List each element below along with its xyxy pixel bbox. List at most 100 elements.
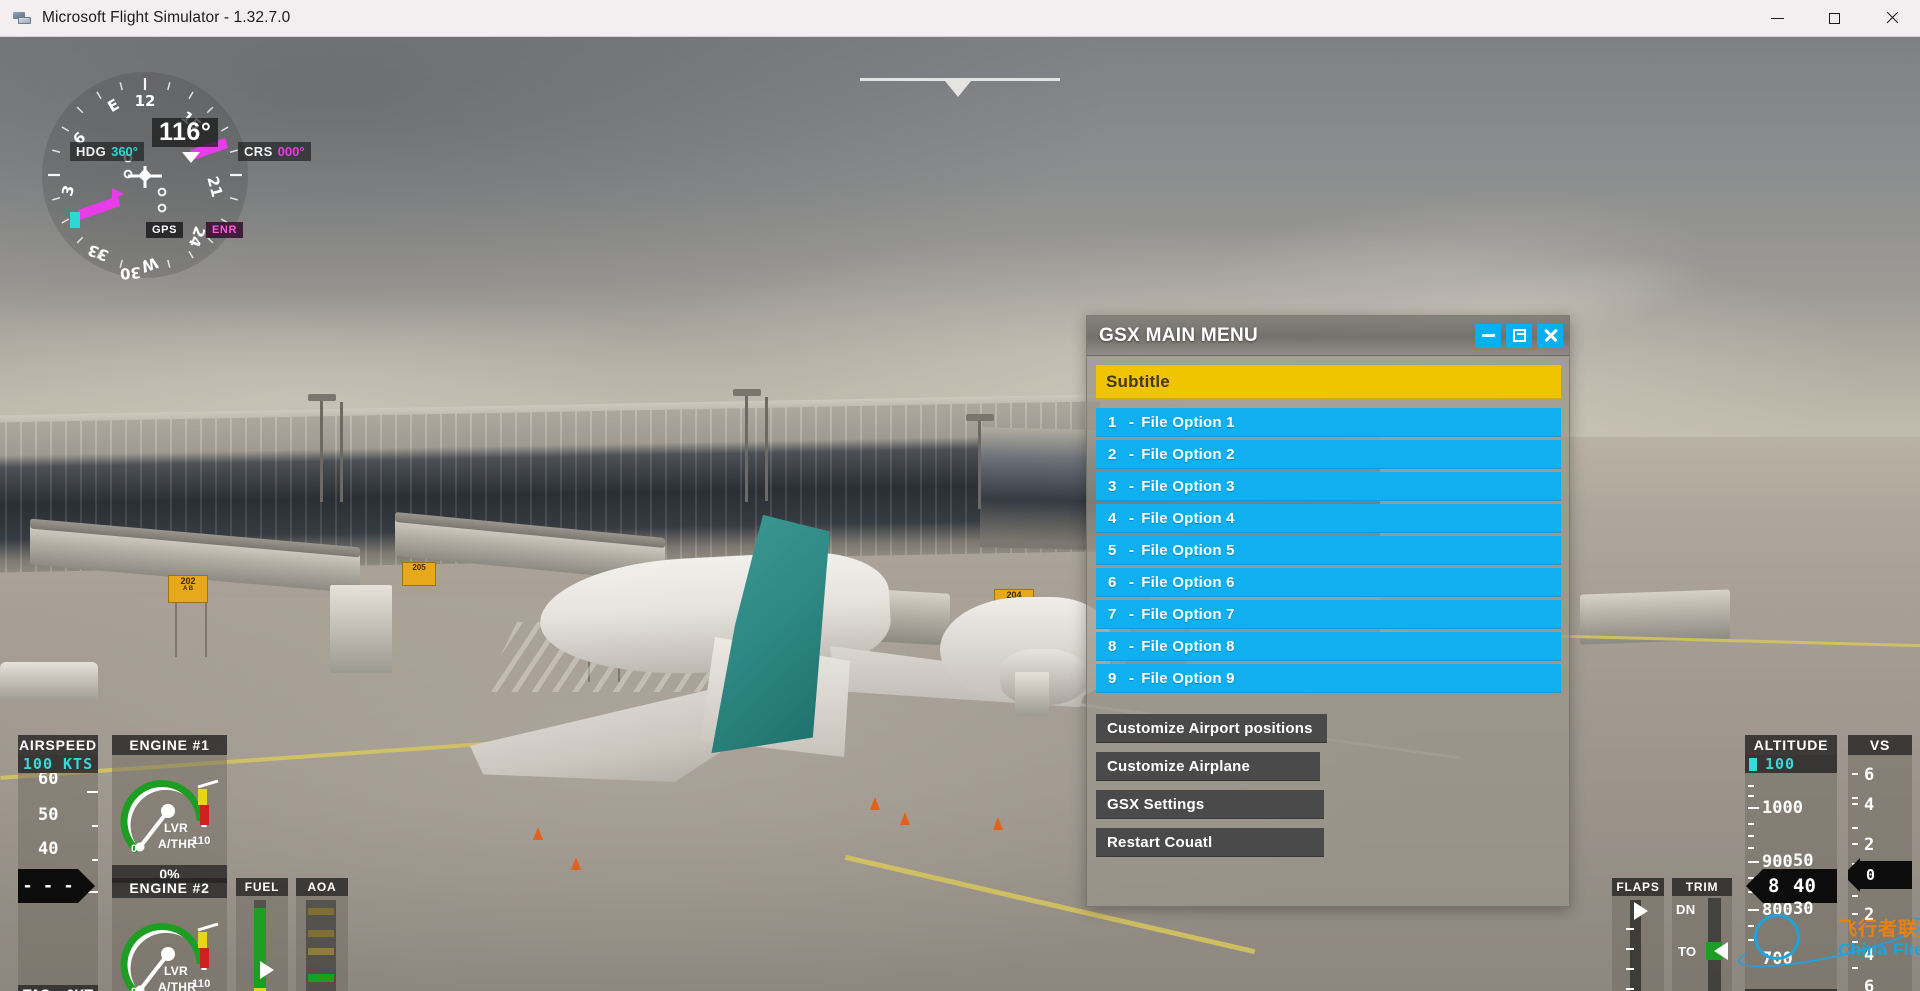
altitude-drum-bot: 30 [1793, 899, 1814, 919]
app-icon-part [18, 17, 31, 24]
engine2-min-label: 0 [131, 986, 137, 991]
vs-tick-2dn: 2 [1864, 905, 1875, 925]
gsx-option-dash: - [1129, 638, 1135, 655]
gsx-option-7[interactable]: 7- File Option 7 [1096, 600, 1561, 629]
engine2-mode-lvr: LVR [164, 964, 189, 978]
gsx-option-label: File Option 9 [1141, 670, 1235, 687]
gsx-option-3[interactable]: 3- File Option 3 [1096, 472, 1561, 501]
gsx-option-8[interactable]: 8- File Option 8 [1096, 632, 1561, 661]
gsx-popout-button[interactable] [1506, 323, 1532, 348]
gsx-option-6[interactable]: 6- File Option 6 [1096, 568, 1561, 597]
gsx-minimize-button[interactable] [1475, 323, 1501, 348]
window-close-button[interactable] [1863, 0, 1920, 37]
vs-tick [1852, 773, 1858, 775]
flaps-title: FLAPS [1612, 878, 1664, 896]
vs-tick [1852, 895, 1858, 897]
fuel-gauge [236, 896, 288, 991]
vs-tick-4dn: 4 [1864, 945, 1875, 965]
window-maximize-button[interactable] [1806, 0, 1863, 37]
trim-pointer [1714, 942, 1728, 960]
gsx-option-label: File Option 2 [1141, 446, 1235, 463]
engine1-panel: ENGINE #1 0 110 LVR A/THR 0% [112, 735, 227, 883]
engine1-mode-lvr: LVR [164, 821, 189, 835]
gsx-option-number: 2 [1108, 446, 1117, 463]
gsx-option-9[interactable]: 9- File Option 9 [1096, 664, 1561, 693]
vs-tick-2up: 2 [1864, 835, 1875, 855]
horizon-indicator-triangle [945, 81, 971, 97]
gate-sign-sub: A B [182, 586, 194, 593]
engine2-mode-athr: A/THR [158, 980, 197, 991]
aoa-band [308, 948, 334, 955]
alt-tick [1748, 835, 1754, 837]
airspeed-panel: AIRSPEED 100 KTS 60 50 40 - - - TAS 0KT [18, 735, 98, 991]
flaps-tick [1626, 948, 1634, 950]
minimize-icon [1481, 334, 1495, 337]
light-pole-head [966, 414, 994, 421]
gsx-actions-list: Customize Airport positions Customize Ai… [1096, 714, 1561, 866]
alt-tick [1748, 861, 1759, 863]
gsx-content: Subtitle 1- File Option 1 2- File Option 2… [1087, 356, 1569, 866]
gsx-option-5[interactable]: 5- File Option 5 [1096, 536, 1561, 565]
light-pole-head [308, 394, 336, 401]
engine1-gauge: 0 110 LVR A/THR [112, 755, 227, 865]
fuel-panel: FUEL [236, 878, 288, 991]
gsx-close-button[interactable] [1537, 323, 1563, 348]
light-pole [320, 397, 323, 502]
close-icon [1543, 328, 1558, 343]
gsx-option-dash: - [1129, 606, 1135, 623]
popout-icon [1512, 329, 1526, 342]
engine2-gauge: 0 110 LVR A/THR [112, 898, 227, 991]
alt-tick [1748, 925, 1754, 927]
gsx-titlebar[interactable]: GSX MAIN MENU [1087, 316, 1569, 356]
customize-airplane-button[interactable]: Customize Airplane [1096, 752, 1321, 781]
gsx-option-label: File Option 6 [1141, 574, 1235, 591]
alt-tick-700: 700 [1762, 949, 1793, 969]
airspeed-tape: 60 50 40 - - - [18, 773, 98, 985]
gsx-option-4[interactable]: 4- File Option 4 [1096, 504, 1561, 533]
gsx-settings-button[interactable]: GSX Settings [1096, 790, 1325, 819]
light-pole [340, 402, 343, 502]
gsx-option-number: 8 [1108, 638, 1117, 655]
vs-tick [1852, 803, 1858, 805]
gate-sign-number: 202 [180, 576, 196, 586]
vs-tick [1852, 797, 1858, 799]
aoa-gauge [296, 896, 348, 991]
airspeed-title: AIRSPEED [18, 735, 98, 755]
engine2-title: ENGINE #2 [112, 878, 227, 898]
gsx-window-buttons [1475, 323, 1563, 348]
alt-tick [1748, 847, 1754, 849]
altitude-pointer-main: 8 [1768, 875, 1780, 897]
light-pole-head [733, 389, 761, 396]
gsx-option-1[interactable]: 1- File Option 1 [1096, 408, 1561, 437]
light-pole [765, 397, 768, 501]
close-icon [1885, 11, 1899, 25]
vs-tick-6up: 6 [1864, 765, 1875, 785]
trim-dn-label: DN [1676, 902, 1696, 917]
vs-tick-4up: 4 [1864, 795, 1875, 815]
ground-service-vehicle [330, 585, 392, 673]
altitude-title: ALTITUDE [1745, 735, 1837, 755]
flaps-panel: FLAPS [1612, 878, 1664, 991]
gsx-option-dash: - [1129, 446, 1135, 463]
engine1-mode-athr: A/THR [158, 837, 197, 851]
vs-title: VS [1848, 735, 1912, 755]
gsx-option-dash: - [1129, 542, 1135, 559]
airspeed-tick-60: 60 [38, 773, 59, 789]
flaps-pointer [1634, 902, 1648, 920]
customize-airport-positions-button[interactable]: Customize Airport positions [1096, 714, 1327, 743]
window-minimize-button[interactable] [1749, 0, 1806, 37]
alt-tick [1748, 823, 1754, 825]
airspeed-tick-mark [92, 825, 98, 827]
flaps-tick [1626, 988, 1634, 990]
gsx-option-2[interactable]: 2- File Option 2 [1096, 440, 1561, 469]
gsx-option-number: 4 [1108, 510, 1117, 527]
vs-tick [1852, 843, 1858, 845]
light-pole [978, 417, 981, 509]
altitude-panel: ALTITUDE 100 1000 900 800 700 8 50 40 30… [1745, 735, 1837, 991]
restart-couatl-button[interactable]: Restart Couatl [1096, 828, 1325, 857]
fuel-pointer [260, 961, 274, 979]
alt-tick-800: 800 [1762, 900, 1793, 920]
aoa-panel: AOA [296, 878, 348, 991]
gsx-option-label: File Option 1 [1141, 414, 1235, 431]
altitude-readout: 100 [1745, 755, 1837, 773]
